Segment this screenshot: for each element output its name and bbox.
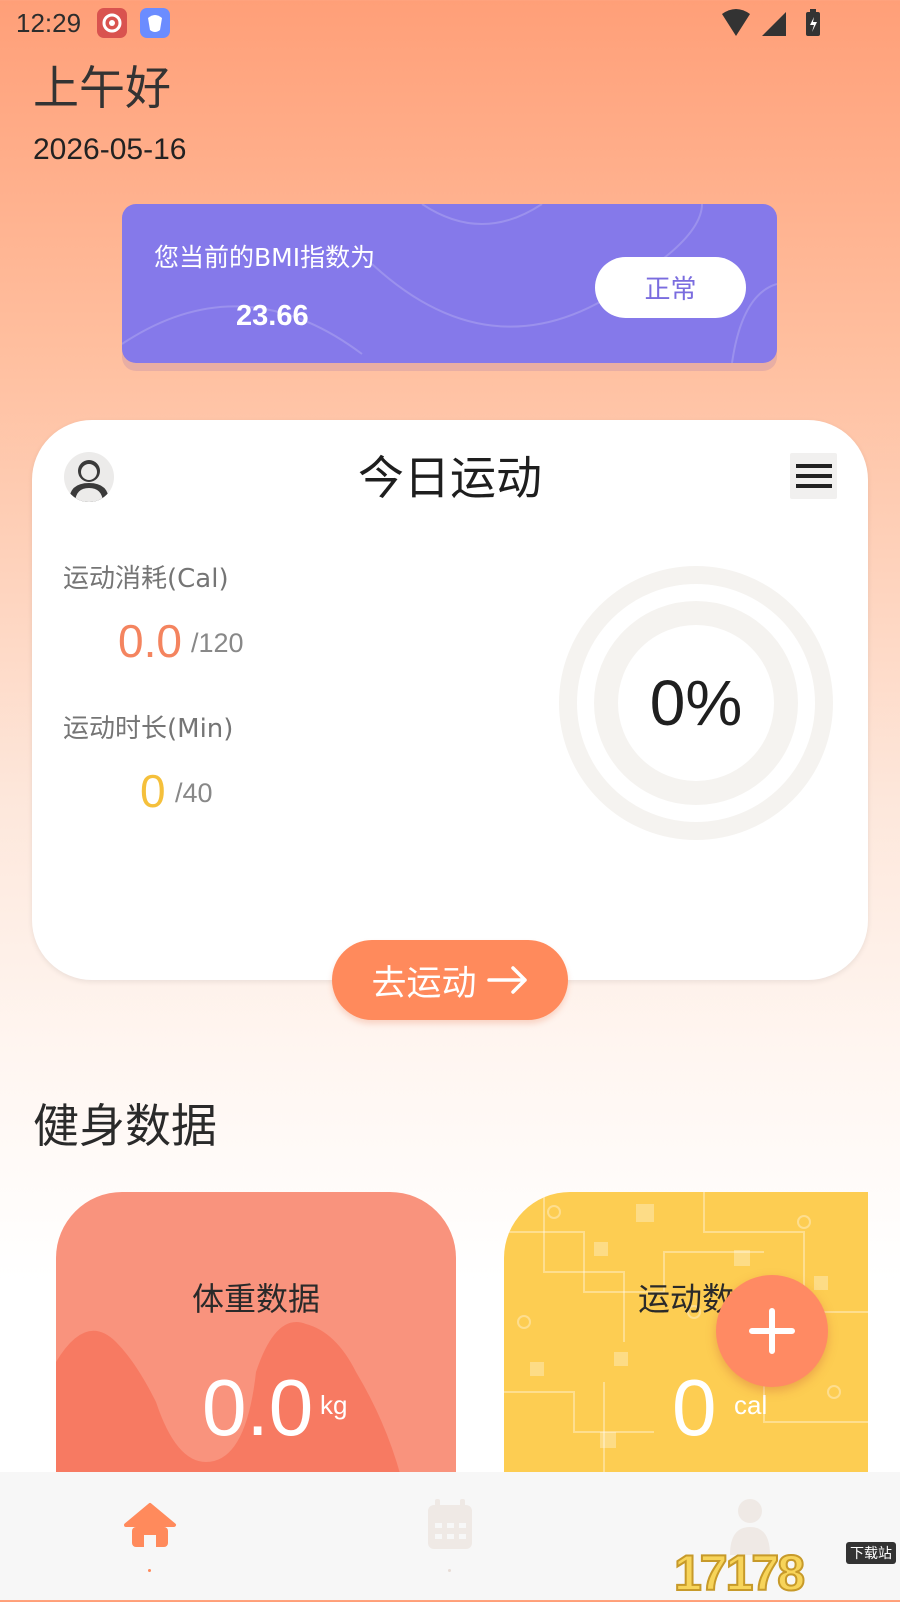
duration-target: /40 — [175, 778, 213, 808]
card-title: 今日运动 — [358, 451, 542, 505]
section-title: 健身数据 — [33, 1099, 217, 1153]
status-bar: 12:29 — [0, 0, 900, 48]
date-text: 2026-05-16 — [33, 133, 187, 166]
menu-icon-bar — [795, 474, 832, 478]
signal-icon — [762, 12, 786, 36]
progress-percent: 0% — [649, 667, 743, 739]
nav-active-dot — [148, 1569, 151, 1572]
calorie-value: 0.0 — [118, 615, 182, 667]
weight-value: 0.0 — [202, 1363, 314, 1452]
watermark-tag: 下载站 — [846, 1542, 896, 1564]
wifi-icon — [722, 9, 750, 36]
menu-button[interactable] — [790, 453, 837, 499]
menu-icon-bar — [795, 464, 832, 468]
nav-calendar[interactable] — [420, 1497, 480, 1587]
calorie-target: /120 — [191, 628, 244, 658]
bmi-status-badge[interactable]: 正常 — [595, 257, 746, 318]
today-exercise-card: 今日运动 运动消耗(Cal) 0.0 /120 运动时长(Min) 0 /40 … — [32, 420, 868, 980]
arrow-right-icon — [486, 966, 527, 994]
battery-icon — [806, 9, 820, 36]
weight-data-card[interactable]: 体重数据 0.0 kg — [56, 1192, 456, 1477]
status-time: 12:29 — [16, 8, 82, 38]
nav-home[interactable] — [120, 1497, 180, 1587]
bmi-value: 23.66 — [236, 300, 309, 332]
nav-dot — [448, 1569, 451, 1572]
duration-value: 0 — [140, 765, 166, 817]
watermark-logo: 17178 下载站 — [670, 1538, 900, 1602]
bmi-card[interactable]: 您当前的BMI指数为 23.66 正常 — [122, 204, 777, 363]
weight-card-title: 体重数据 — [191, 1280, 320, 1318]
sport-unit: cal — [734, 1390, 768, 1420]
weibo-notification-icon — [97, 8, 127, 38]
calendar-icon — [428, 1499, 472, 1549]
progress-ring: 0% — [555, 562, 837, 844]
greeting-text: 上午好 — [33, 61, 171, 115]
home-icon — [124, 1503, 176, 1547]
duration-label: 运动时长(Min) — [63, 714, 234, 744]
menu-icon-bar — [795, 484, 832, 488]
sport-value: 0 — [672, 1363, 717, 1452]
bottom-nav: 17178 下载站 — [0, 1472, 900, 1602]
go-exercise-button[interactable]: 去运动 — [332, 940, 568, 1020]
app-notification-icon — [140, 8, 170, 38]
plus-icon — [749, 1308, 795, 1354]
weight-unit: kg — [320, 1390, 348, 1420]
bmi-title: 您当前的BMI指数为 — [154, 243, 376, 272]
calorie-label: 运动消耗(Cal) — [63, 564, 229, 594]
watermark-text: 17178 — [673, 1544, 806, 1602]
status-indicators — [720, 8, 840, 40]
go-exercise-label: 去运动 — [371, 963, 477, 1004]
add-record-button[interactable] — [716, 1275, 828, 1387]
